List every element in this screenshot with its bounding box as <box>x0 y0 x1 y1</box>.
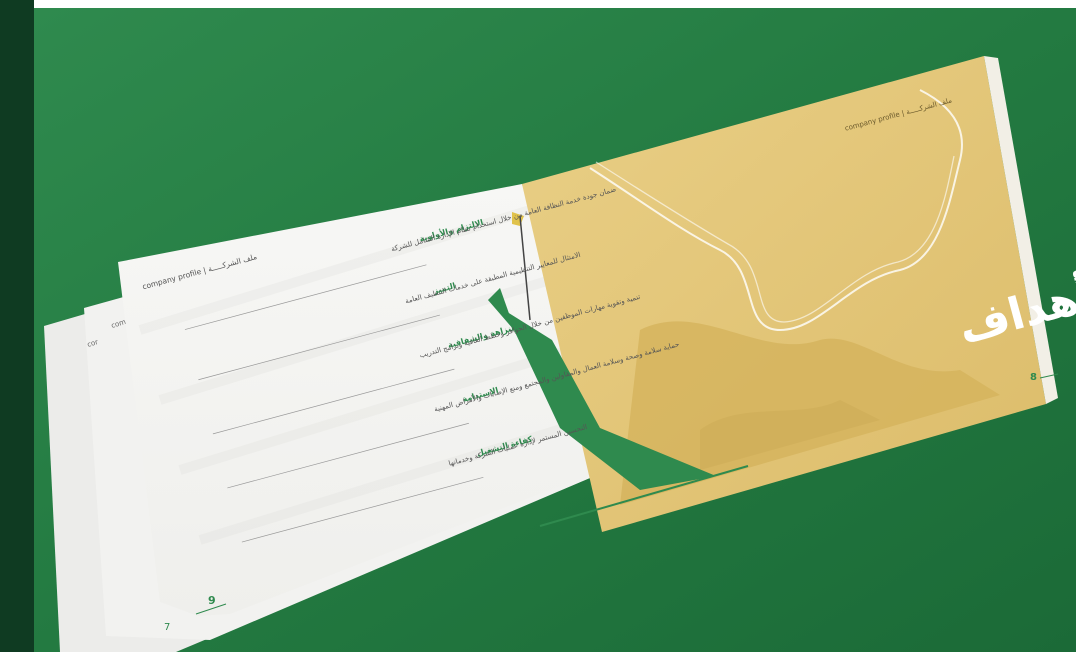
dark-edge-strip <box>0 0 34 652</box>
left-page-number: 9 <box>208 594 216 607</box>
right-page-number: 8 <box>1030 372 1037 383</box>
under-page-number: 7 <box>164 622 170 633</box>
brochure-photo: cor compa company profile | ملف الشركـــ… <box>0 0 1076 652</box>
photo: cor compa company profile | ملف الشركـــ… <box>0 0 1076 652</box>
